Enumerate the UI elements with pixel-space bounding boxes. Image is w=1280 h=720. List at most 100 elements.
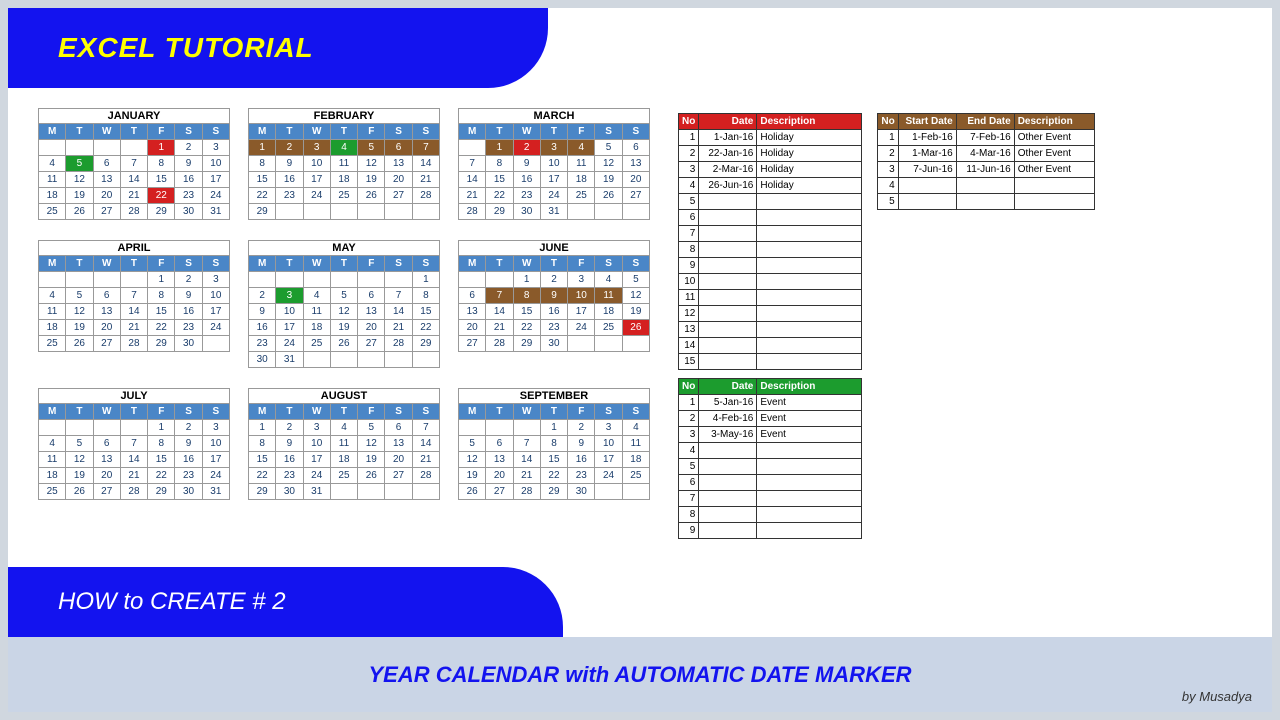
- day-cell[interactable]: 21: [120, 320, 147, 336]
- day-cell[interactable]: 30: [513, 204, 540, 220]
- row-date[interactable]: [699, 226, 757, 242]
- day-cell[interactable]: 6: [93, 288, 120, 304]
- day-cell[interactable]: 12: [459, 452, 486, 468]
- day-cell[interactable]: 11: [303, 304, 330, 320]
- day-cell[interactable]: 4: [595, 272, 622, 288]
- day-cell[interactable]: 23: [175, 468, 202, 484]
- day-cell[interactable]: 11: [568, 156, 595, 172]
- day-cell[interactable]: 23: [568, 468, 595, 484]
- row-no[interactable]: 3: [679, 162, 699, 178]
- day-cell[interactable]: 28: [412, 188, 439, 204]
- day-cell[interactable]: 19: [459, 468, 486, 484]
- day-cell[interactable]: 2: [568, 420, 595, 436]
- day-cell[interactable]: 12: [66, 452, 93, 468]
- row-desc[interactable]: Holiday: [757, 162, 862, 178]
- row-cell[interactable]: 1-Mar-16: [898, 146, 956, 162]
- day-cell[interactable]: [622, 336, 649, 352]
- day-cell[interactable]: 10: [540, 156, 567, 172]
- day-cell[interactable]: 2: [249, 288, 276, 304]
- day-cell[interactable]: [202, 336, 229, 352]
- day-cell[interactable]: 4: [330, 420, 357, 436]
- day-cell[interactable]: 22: [148, 320, 175, 336]
- row-date[interactable]: [699, 258, 757, 274]
- day-cell[interactable]: 14: [120, 304, 147, 320]
- day-cell[interactable]: 26: [66, 336, 93, 352]
- row-date[interactable]: 26-Jun-16: [699, 178, 757, 194]
- day-cell[interactable]: 29: [148, 484, 175, 500]
- day-cell[interactable]: 23: [276, 188, 303, 204]
- day-cell[interactable]: 24: [202, 320, 229, 336]
- row-date[interactable]: [699, 507, 757, 523]
- day-cell[interactable]: 1: [249, 420, 276, 436]
- day-cell[interactable]: 5: [358, 140, 385, 156]
- day-cell[interactable]: 5: [66, 288, 93, 304]
- day-cell[interactable]: 29: [249, 204, 276, 220]
- day-cell[interactable]: 24: [568, 320, 595, 336]
- day-cell[interactable]: 1: [513, 272, 540, 288]
- day-cell[interactable]: 22: [513, 320, 540, 336]
- row-no[interactable]: 5: [679, 459, 699, 475]
- day-cell[interactable]: 10: [303, 156, 330, 172]
- day-cell[interactable]: 3: [303, 420, 330, 436]
- day-cell[interactable]: 16: [276, 452, 303, 468]
- day-cell[interactable]: 14: [412, 156, 439, 172]
- day-cell[interactable]: 15: [412, 304, 439, 320]
- day-cell[interactable]: 5: [622, 272, 649, 288]
- day-cell[interactable]: 17: [202, 304, 229, 320]
- row-desc[interactable]: [757, 475, 862, 491]
- day-cell[interactable]: 29: [249, 484, 276, 500]
- day-cell[interactable]: 1: [249, 140, 276, 156]
- day-cell[interactable]: 29: [148, 336, 175, 352]
- day-cell[interactable]: 28: [120, 484, 147, 500]
- day-cell[interactable]: 4: [39, 436, 66, 452]
- day-cell[interactable]: 4: [39, 156, 66, 172]
- day-cell[interactable]: 28: [459, 204, 486, 220]
- day-cell[interactable]: 16: [513, 172, 540, 188]
- day-cell[interactable]: [486, 420, 513, 436]
- day-cell[interactable]: 30: [175, 484, 202, 500]
- day-cell[interactable]: 13: [459, 304, 486, 320]
- day-cell[interactable]: 9: [276, 436, 303, 452]
- row-desc[interactable]: [757, 338, 862, 354]
- row-no[interactable]: 3: [679, 427, 699, 443]
- row-date[interactable]: 4-Feb-16: [699, 411, 757, 427]
- day-cell[interactable]: 6: [622, 140, 649, 156]
- day-cell[interactable]: 9: [568, 436, 595, 452]
- day-cell[interactable]: 15: [148, 452, 175, 468]
- day-cell[interactable]: [568, 336, 595, 352]
- day-cell[interactable]: 15: [249, 172, 276, 188]
- row-date[interactable]: [699, 354, 757, 370]
- day-cell[interactable]: [276, 204, 303, 220]
- day-cell[interactable]: 19: [66, 188, 93, 204]
- day-cell[interactable]: [622, 484, 649, 500]
- day-cell[interactable]: 16: [175, 172, 202, 188]
- day-cell[interactable]: 3: [303, 140, 330, 156]
- day-cell[interactable]: 20: [385, 172, 412, 188]
- row-desc[interactable]: [757, 290, 862, 306]
- day-cell[interactable]: 18: [39, 320, 66, 336]
- day-cell[interactable]: 18: [595, 304, 622, 320]
- day-cell[interactable]: 10: [202, 288, 229, 304]
- row-no[interactable]: 7: [679, 491, 699, 507]
- day-cell[interactable]: 21: [459, 188, 486, 204]
- day-cell[interactable]: [330, 352, 357, 368]
- day-cell[interactable]: 10: [568, 288, 595, 304]
- day-cell[interactable]: [120, 272, 147, 288]
- day-cell[interactable]: 12: [622, 288, 649, 304]
- day-cell[interactable]: 25: [330, 188, 357, 204]
- day-cell[interactable]: 23: [249, 336, 276, 352]
- row-desc[interactable]: Event: [757, 427, 862, 443]
- day-cell[interactable]: 13: [486, 452, 513, 468]
- day-cell[interactable]: 31: [202, 484, 229, 500]
- day-cell[interactable]: 23: [175, 188, 202, 204]
- day-cell[interactable]: 1: [148, 420, 175, 436]
- row-desc[interactable]: Holiday: [757, 146, 862, 162]
- day-cell[interactable]: 31: [540, 204, 567, 220]
- row-no[interactable]: 8: [679, 242, 699, 258]
- day-cell[interactable]: [66, 140, 93, 156]
- row-no[interactable]: 2: [679, 411, 699, 427]
- day-cell[interactable]: 2: [175, 140, 202, 156]
- day-cell[interactable]: 9: [276, 156, 303, 172]
- day-cell[interactable]: 29: [513, 336, 540, 352]
- day-cell[interactable]: 7: [412, 140, 439, 156]
